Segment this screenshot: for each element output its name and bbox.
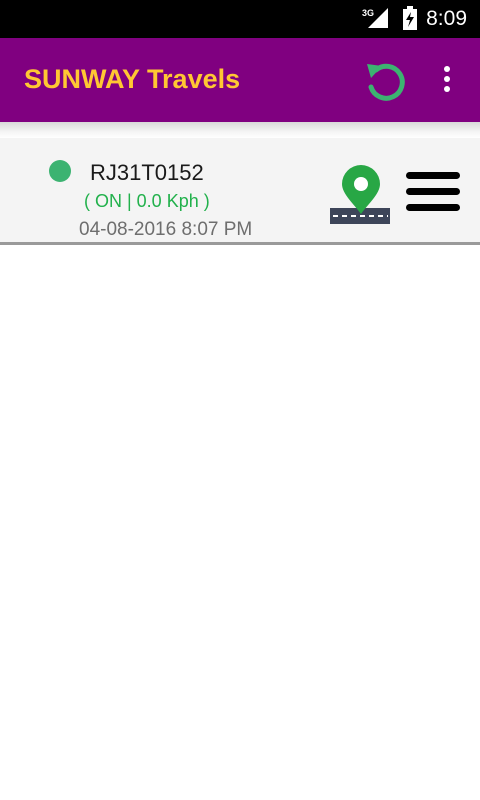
more-vert-icon: [432, 66, 462, 92]
refresh-icon: [367, 63, 405, 101]
hamburger-menu-icon: [406, 172, 462, 211]
app-title: SUNWAY Travels: [24, 64, 241, 94]
signal-icon: [368, 8, 388, 28]
vehicle-timestamp: 04-08-2016 8:07 PM: [79, 219, 253, 240]
vehicle-status-text: ( ON | 0.0 Kph ): [84, 191, 210, 211]
vehicle-options-button[interactable]: [406, 172, 462, 216]
status-bar: 3G 8:09: [0, 0, 480, 38]
battery-charging-icon: [403, 6, 417, 30]
app-bar: SUNWAY Travels: [0, 38, 480, 122]
vehicle-list-item[interactable]: RJ31T0152 ( ON | 0.0 Kph ) 04-08-2016 8:…: [0, 138, 480, 245]
refresh-button[interactable]: [360, 56, 410, 106]
vehicle-status-indicator: [49, 160, 71, 182]
app-bar-shadow: [0, 122, 480, 138]
map-location-icon: [330, 165, 390, 224]
map-location-button[interactable]: [330, 164, 390, 226]
vehicle-number: RJ31T0152: [90, 160, 204, 185]
overflow-menu-button[interactable]: [432, 62, 462, 98]
clock: 8:09: [426, 7, 467, 30]
